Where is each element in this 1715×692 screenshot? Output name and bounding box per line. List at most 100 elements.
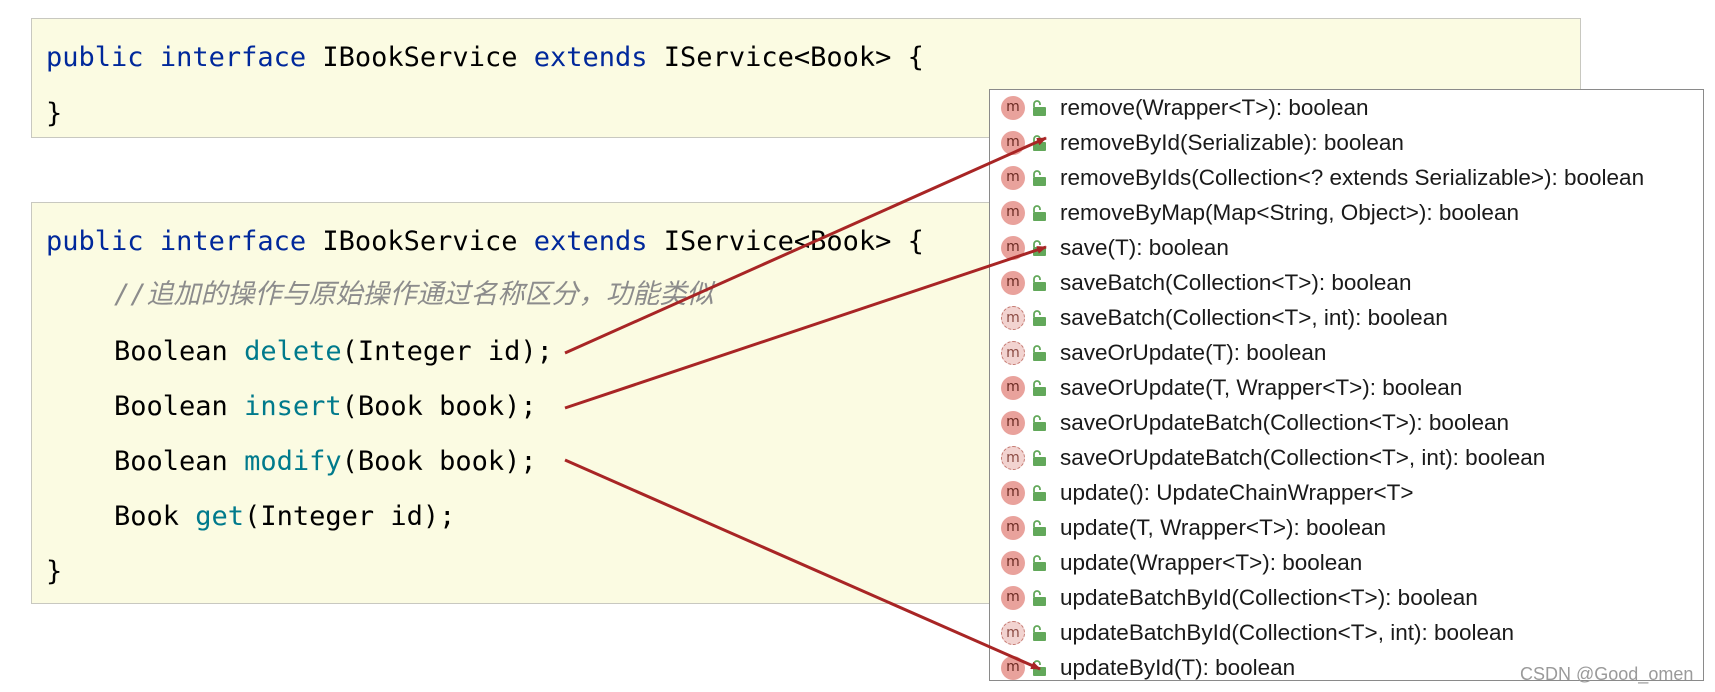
completion-item[interactable]: m update(): UpdateChainWrapper<T> xyxy=(990,476,1703,511)
method-icon: m xyxy=(1001,201,1025,225)
return-type: Boolean xyxy=(114,336,228,367)
method-delete-line: Boolean delete(Integer id); xyxy=(114,335,553,369)
method-icon: m xyxy=(1001,236,1025,260)
completion-item[interactable]: m saveOrUpdateBatch(Collection<T>, int): … xyxy=(990,441,1703,476)
public-access-icon xyxy=(1033,380,1046,396)
method-icon: m xyxy=(1001,551,1025,575)
public-access-icon xyxy=(1033,170,1046,186)
completion-item-label: removeByIds(Collection<? extends Seriali… xyxy=(1060,165,1645,190)
public-access-icon xyxy=(1033,135,1046,151)
method-insert-line: Boolean insert(Book book); xyxy=(114,390,537,424)
method-modify-line: Boolean modify(Book book); xyxy=(114,445,537,479)
method-icon: m xyxy=(1001,166,1025,190)
method-icon: m xyxy=(1001,341,1025,365)
code-line-close-brace: } xyxy=(46,556,63,587)
completion-item-label: saveOrUpdateBatch(Collection<T>): boolea… xyxy=(1060,410,1510,435)
completion-item-label: removeByMap(Map<String, Object>): boolea… xyxy=(1060,200,1519,225)
public-access-icon xyxy=(1033,415,1046,431)
completion-item-label: update(T, Wrapper<T>): boolean xyxy=(1060,515,1387,540)
method-name-delete: delete xyxy=(244,336,342,367)
completion-item-label: updateById(T): boolean xyxy=(1060,655,1296,680)
method-params: (Book book); xyxy=(341,391,537,422)
completion-item[interactable]: m updateBatchById(Collection<T>, int): bo… xyxy=(990,616,1703,651)
keyword-public: public xyxy=(46,226,144,257)
completion-item[interactable]: m saveOrUpdateBatch(Collection<T>): boole… xyxy=(990,406,1703,441)
method-params: (Integer id); xyxy=(244,501,456,532)
completion-item[interactable]: m removeByIds(Collection<? extends Serial… xyxy=(990,161,1703,196)
public-access-icon xyxy=(1033,310,1046,326)
public-access-icon xyxy=(1033,240,1046,256)
code-line-close-brace: } xyxy=(46,98,63,129)
method-name-insert: insert xyxy=(244,391,342,422)
completion-item-label: saveBatch(Collection<T>, int): boolean xyxy=(1060,305,1448,330)
method-icon: m xyxy=(1001,411,1025,435)
completion-item-label: saveOrUpdateBatch(Collection<T>, int): b… xyxy=(1060,445,1546,470)
method-name-get: get xyxy=(195,501,245,532)
completion-item[interactable]: m save(T): boolean xyxy=(990,231,1703,266)
completion-item-label: saveOrUpdate(T): boolean xyxy=(1060,340,1327,365)
method-icon: m xyxy=(1001,446,1025,470)
completion-item[interactable]: m updateBatchById(Collection<T>): boolean xyxy=(990,581,1703,616)
method-name-modify: modify xyxy=(244,446,342,477)
method-params: (Book book); xyxy=(341,446,537,477)
public-access-icon xyxy=(1033,450,1046,466)
public-access-icon xyxy=(1033,625,1046,641)
public-access-icon xyxy=(1033,205,1046,221)
completion-item-label: save(T): boolean xyxy=(1060,235,1229,260)
autocomplete-popup: m remove(Wrapper<T>): boolean m removeById(… xyxy=(989,89,1704,681)
method-icon: m xyxy=(1001,96,1025,120)
method-icon: m xyxy=(1001,586,1025,610)
method-icon: m xyxy=(1001,516,1025,540)
keyword-interface: interface xyxy=(159,42,307,73)
code-line-declaration: public interface IBookService extends IS… xyxy=(46,225,924,259)
completion-item[interactable]: m removeByMap(Map<String, Object>): boole… xyxy=(990,196,1703,231)
interface-name: IBookService xyxy=(322,42,518,73)
completion-item-label: update(): UpdateChainWrapper<T> xyxy=(1060,480,1414,505)
public-access-icon xyxy=(1033,660,1046,676)
method-icon: m xyxy=(1001,481,1025,505)
completion-item[interactable]: m saveOrUpdate(T, Wrapper<T>): boolean xyxy=(990,371,1703,406)
interface-name: IBookService xyxy=(322,226,518,257)
code-comment: //追加的操作与原始操作通过名称区分，功能类似 xyxy=(114,279,714,310)
completion-item[interactable]: m saveBatch(Collection<T>, int): boolean xyxy=(990,301,1703,336)
public-access-icon xyxy=(1033,100,1046,116)
completion-item-label: remove(Wrapper<T>): boolean xyxy=(1060,95,1369,120)
method-icon: m xyxy=(1001,271,1025,295)
return-type: Boolean xyxy=(114,391,228,422)
public-access-icon xyxy=(1033,275,1046,291)
completion-item[interactable]: m remove(Wrapper<T>): boolean xyxy=(990,91,1703,126)
completion-item-label: update(Wrapper<T>): boolean xyxy=(1060,550,1363,575)
completion-item-label: saveOrUpdate(T, Wrapper<T>): boolean xyxy=(1060,375,1463,400)
superinterface: IService<Book> { xyxy=(663,42,924,73)
completion-item[interactable]: m update(T, Wrapper<T>): boolean xyxy=(990,511,1703,546)
public-access-icon xyxy=(1033,590,1046,606)
keyword-extends: extends xyxy=(533,42,648,73)
method-params: (Integer id); xyxy=(341,336,553,367)
method-icon: m xyxy=(1001,621,1025,645)
keyword-public: public xyxy=(46,42,144,73)
method-icon: m xyxy=(1001,656,1025,680)
method-icon: m xyxy=(1001,306,1025,330)
completion-item-label: removeById(Serializable): boolean xyxy=(1060,130,1404,155)
method-icon: m xyxy=(1001,131,1025,155)
watermark: CSDN @Good_omen xyxy=(1520,664,1694,684)
completion-item[interactable]: m removeById(Serializable): boolean xyxy=(990,126,1703,161)
superinterface: IService<Book> { xyxy=(663,226,924,257)
completion-item[interactable]: m update(Wrapper<T>): boolean xyxy=(990,546,1703,581)
public-access-icon xyxy=(1033,345,1046,361)
method-get-line: Book get(Integer id); xyxy=(114,500,455,534)
code-line-declaration: public interface IBookService extends IS… xyxy=(46,41,924,75)
public-access-icon xyxy=(1033,485,1046,501)
return-type: Boolean xyxy=(114,446,228,477)
completion-item-label: updateBatchById(Collection<T>): boolean xyxy=(1060,585,1478,610)
return-type: Book xyxy=(114,501,180,532)
method-icon: m xyxy=(1001,376,1025,400)
public-access-icon xyxy=(1033,555,1046,571)
public-access-icon xyxy=(1033,520,1046,536)
completion-item[interactable]: m saveBatch(Collection<T>): boolean xyxy=(990,266,1703,301)
keyword-extends: extends xyxy=(533,226,648,257)
completion-item-label: saveBatch(Collection<T>): boolean xyxy=(1060,270,1412,295)
keyword-interface: interface xyxy=(159,226,307,257)
completion-item-label: updateBatchById(Collection<T>, int): boo… xyxy=(1060,620,1515,645)
completion-item[interactable]: m saveOrUpdate(T): boolean xyxy=(990,336,1703,371)
